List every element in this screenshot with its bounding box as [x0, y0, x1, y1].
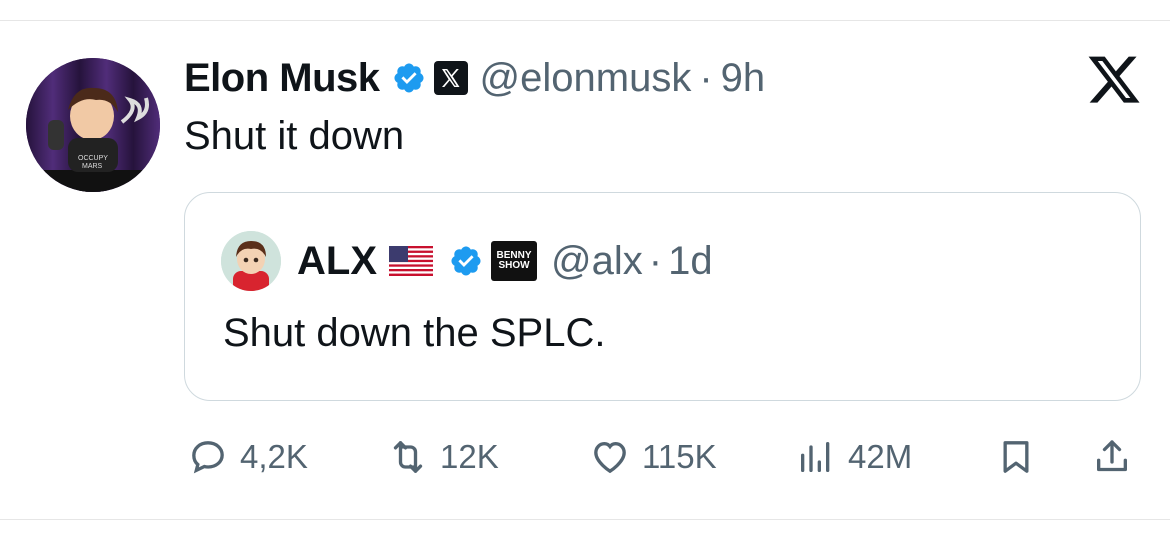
author-handle[interactable]: @elonmusk — [480, 56, 692, 101]
svg-text:OCCUPY: OCCUPY — [78, 155, 108, 162]
like-count: 115K — [642, 438, 717, 475]
action-bar: 4,2K 12K 115K 42M — [0, 432, 1170, 482]
quoted-separator-dot: · — [648, 238, 663, 283]
quoted-author-avatar[interactable] — [221, 231, 281, 291]
bookmark-icon[interactable] — [996, 437, 1036, 477]
repost-button[interactable]: 12K — [388, 432, 499, 482]
separator-dot: · — [699, 55, 713, 100]
bottom-divider — [0, 519, 1170, 520]
x-affiliate-icon — [433, 61, 468, 95]
svg-text:MARS: MARS — [82, 163, 103, 170]
reply-count: 4,2K — [240, 438, 308, 475]
verified-badge-icon — [394, 63, 424, 93]
tweet-header: Elon Musk @elonmusk · 9h — [184, 54, 765, 102]
quoted-tweet-time[interactable]: 1d — [668, 239, 713, 284]
like-icon — [594, 441, 626, 474]
quoted-author-name[interactable]: ALX — [297, 239, 377, 284]
us-flag-icon — [389, 246, 433, 276]
reply-button[interactable]: 4,2K — [188, 432, 308, 482]
repost-icon — [393, 441, 423, 473]
quoted-tweet-card[interactable]: ALX BENNY SHOW @alx · 1d Shut down the SP… — [184, 192, 1141, 401]
benny-show-affiliate-icon: BENNY SHOW — [491, 241, 537, 281]
tweet-text: Shut it down — [184, 114, 405, 158]
share-icon[interactable] — [1092, 437, 1132, 477]
affiliate-label-line2: SHOW — [498, 260, 530, 271]
author-name[interactable]: Elon Musk — [184, 56, 380, 101]
quoted-tweet-header: ALX BENNY SHOW @alx · 1d — [297, 237, 713, 285]
reply-icon — [192, 441, 224, 474]
quoted-verified-badge-icon — [451, 246, 481, 276]
x-logo-icon[interactable] — [1084, 56, 1144, 108]
author-avatar[interactable]: OCCUPY MARS — [26, 58, 160, 192]
tweet-time[interactable]: 9h — [721, 56, 766, 101]
views-icon — [801, 442, 830, 472]
views-button[interactable]: 42M — [796, 432, 912, 482]
top-divider — [0, 20, 1170, 21]
quoted-tweet-text: Shut down the SPLC. — [223, 311, 606, 355]
quoted-author-handle[interactable]: @alx — [551, 239, 643, 284]
repost-count: 12K — [440, 438, 499, 475]
like-button[interactable]: 115K — [590, 432, 717, 482]
views-count: 42M — [848, 438, 913, 475]
